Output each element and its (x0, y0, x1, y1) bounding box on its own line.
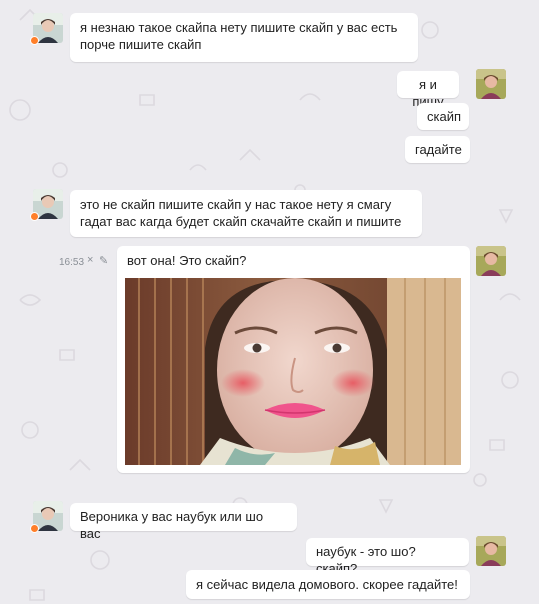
message-bubble: наубук - это шо? скайп? (306, 538, 469, 576)
online-indicator (30, 212, 39, 221)
attached-photo[interactable] (125, 278, 461, 465)
message-text: я сейчас видела домового. скорее гадайте… (196, 577, 458, 592)
close-icon[interactable]: × (87, 254, 93, 266)
message-text: гадайте (415, 142, 462, 157)
avatar[interactable] (476, 246, 506, 276)
online-indicator (30, 524, 39, 533)
message-bubble: скайп (417, 103, 469, 130)
edit-icon[interactable]: ✎ (99, 254, 108, 267)
message-text: вот она! Это скайп? (127, 253, 247, 268)
message-bubble: Вероника у вас наубук или шо вас (70, 503, 297, 541)
message-timestamp: 16:53 (59, 257, 85, 268)
message-bubble: гадайте (405, 136, 470, 163)
message-text: скайп (427, 109, 462, 124)
message-text: это не скайп пишите скайп у нас такое не… (80, 197, 402, 229)
message-bubble: я незнаю такое скайпа нету пишите скайп … (70, 13, 418, 62)
message-bubble: я сейчас видела домового. скорее гадайте… (186, 570, 470, 599)
message-bubble: я и пишу (397, 71, 459, 109)
message-text: я незнаю такое скайпа нету пишите скайп … (80, 20, 398, 52)
avatar[interactable] (476, 69, 506, 99)
avatar[interactable] (476, 536, 506, 566)
message-bubble: это не скайп пишите скайп у нас такое не… (70, 190, 422, 237)
online-indicator (30, 36, 39, 45)
